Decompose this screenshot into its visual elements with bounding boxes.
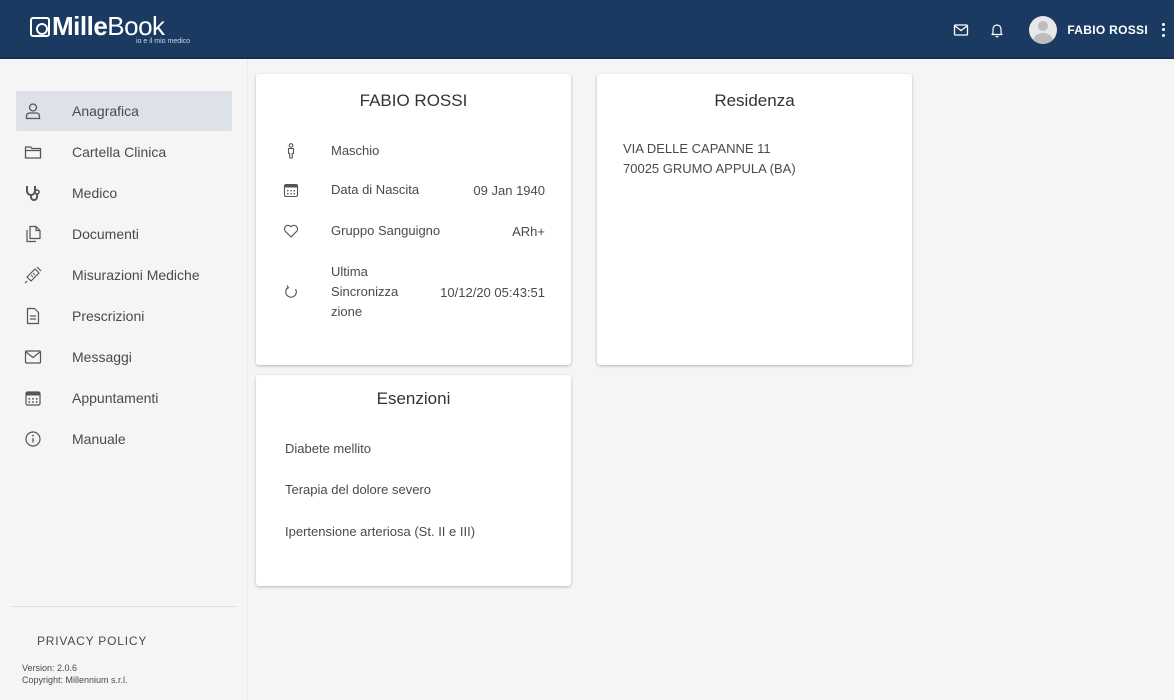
residence-title: Residenza [714,91,795,110]
syringe-icon [22,264,44,286]
version-info: Version: 2.0.6 Copyright: Millennium s.r… [22,662,128,686]
logo-tagline: io e il mio medico [136,38,191,45]
sidebar-item-medico[interactable]: Medico [16,173,232,213]
birth-label: Data di Nascita [331,182,420,197]
sidebar-item-label: Messaggi [72,349,132,365]
folder-icon [22,141,44,163]
blood-label: Gruppo Sanguigno [331,223,441,238]
calendar-icon [283,182,299,198]
address-line-1: VIA DELLE CAPANNE 11 [623,141,771,156]
sidebar-item-messaggi[interactable]: Messaggi [16,337,232,377]
person-card: FABIO ROSSI Maschio Data di Nascita 09 J… [256,74,571,365]
logo-name-bold: Mille [52,11,108,41]
birth-value: 09 Jan 1940 [473,182,545,198]
exemption-item: Terapia del dolore severo [285,482,431,497]
exemptions-card: Esenzioni Diabete mellito Terapia del do… [256,375,571,586]
avatar[interactable] [1029,15,1058,44]
person-name: FABIO ROSSI [359,91,468,110]
copyright-text: Copyright: Millennium s.r.l. [22,675,128,685]
user-name[interactable]: FABIO ROSSI [1067,23,1148,37]
sync-label-line: Ultima [331,264,368,279]
stethoscope-icon [22,182,44,204]
sex-row: Maschio [283,141,545,161]
sidebar-item-manuale[interactable]: Manuale [16,419,232,459]
sidebar-item-prescrizioni[interactable]: Prescrizioni [16,296,232,336]
sidebar-item-label: Misurazioni Mediche [72,267,200,283]
documents-icon [22,223,44,245]
sidebar-item-label: Manuale [72,431,126,447]
sync-label: Ultima Sincronizza zione [331,262,398,322]
exemptions-title: Esenzioni [376,389,451,408]
male-icon [283,143,299,159]
sidebar-item-misurazioni-mediche[interactable]: Misurazioni Mediche [16,255,232,295]
sidebar: Anagrafica Cartella Clinica Medico Docum… [0,59,248,700]
address-line-2: 70025 GRUMO APPULA (BA) [623,161,796,176]
info-icon [22,428,44,450]
birth-row: Data di Nascita 09 Jan 1940 [283,180,545,200]
privacy-policy-link[interactable]: PRIVACY POLICY [37,634,147,648]
blood-row: Gruppo Sanguigno ARh+ [283,221,545,241]
blood-value: ARh+ [512,223,545,239]
calendar-icon [22,387,44,409]
top-bar: Mille Book io e il mio medico FABIO ROSSI [0,0,1174,59]
exemption-item: Diabete mellito [285,441,371,456]
exemption-item: Ipertensione arteriosa (St. II e III) [285,524,476,539]
sidebar-item-appuntamenti[interactable]: Appuntamenti [16,378,232,418]
sidebar-item-label: Medico [72,185,118,201]
sidebar-item-label: Prescrizioni [72,308,145,324]
version-text: Version: 2.0.6 [22,663,78,673]
heart-icon [283,223,299,239]
sync-label-line: zione [331,304,363,319]
residence-address: VIA DELLE CAPANNE 11 70025 GRUMO APPULA … [623,139,796,179]
prescription-icon [22,305,44,327]
logo-mark-icon [30,17,50,37]
sync-value: 10/12/20 05:43:51 [440,284,545,300]
sidebar-nav: Anagrafica Cartella Clinica Medico Docum… [16,91,232,460]
residence-card: Residenza VIA DELLE CAPANNE 11 70025 GRU… [597,74,912,365]
kebab-menu-icon[interactable] [1158,20,1168,40]
bell-icon[interactable] [989,22,1005,38]
person-icon [22,100,44,122]
sex-value: Maschio [331,143,380,158]
sidebar-item-label: Documenti [72,226,139,242]
sidebar-item-label: Cartella Clinica [72,144,167,160]
sidebar-item-documenti[interactable]: Documenti [16,214,232,254]
sidebar-item-anagrafica[interactable]: Anagrafica [16,91,232,131]
mail-icon [22,346,44,368]
sidebar-divider [10,606,238,607]
sidebar-item-label: Appuntamenti [72,390,159,406]
sync-icon [283,284,299,300]
sidebar-item-label: Anagrafica [72,103,139,119]
logo[interactable]: Mille Book io e il mio medico [30,10,190,46]
sidebar-item-cartella-clinica[interactable]: Cartella Clinica [16,132,232,172]
mail-icon[interactable] [953,22,969,38]
sync-row: Ultima Sincronizza zione 10/12/20 05:43:… [283,262,545,322]
sync-label-line: Sincronizza [331,284,399,299]
